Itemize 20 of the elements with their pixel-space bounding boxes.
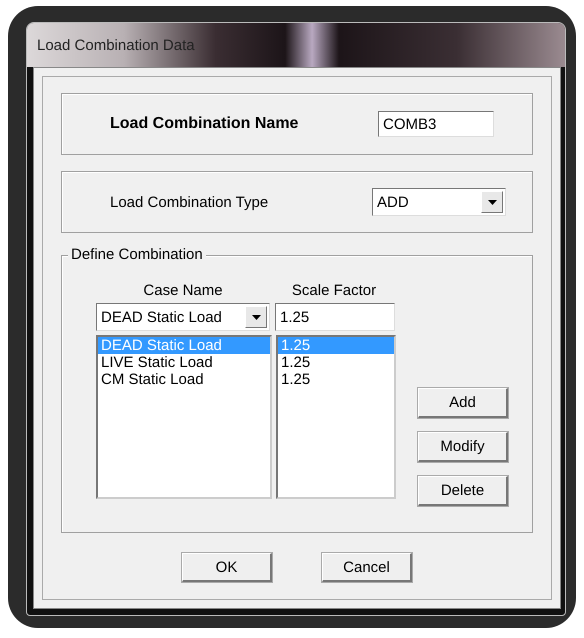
window-title: Load Combination Data xyxy=(37,36,195,54)
scale-list[interactable]: 1.25 1.25 1.25 xyxy=(276,335,396,499)
case-dropdown[interactable]: DEAD Static Load xyxy=(96,303,270,331)
column-header: Scale Factor xyxy=(290,282,378,299)
list-item[interactable]: 1.25 xyxy=(278,354,394,371)
action-button[interactable]: Delete xyxy=(418,476,508,506)
scale-field[interactable]: 1.25 xyxy=(275,303,395,331)
case-list[interactable]: DEAD Static Load LIVE Static Load CM Static Load xyxy=(96,335,272,499)
name-field[interactable]: COMB3 xyxy=(378,111,494,137)
dialog-button[interactable]: OK xyxy=(182,553,272,582)
dialog-button[interactable]: Cancel xyxy=(322,553,412,582)
column-header: Case Name xyxy=(142,282,224,299)
field-label: Load Combination Type xyxy=(110,194,268,210)
action-button[interactable]: Add xyxy=(418,388,508,418)
list-item[interactable]: CM Static Load xyxy=(98,371,270,388)
action-button[interactable]: Modify xyxy=(418,432,508,462)
type-dropdown[interactable]: ADD xyxy=(372,188,506,216)
list-item[interactable]: 1.25 xyxy=(278,371,394,388)
list-item[interactable]: LIVE Static Load xyxy=(98,354,270,371)
field-label: Load Combination Name xyxy=(110,115,298,133)
